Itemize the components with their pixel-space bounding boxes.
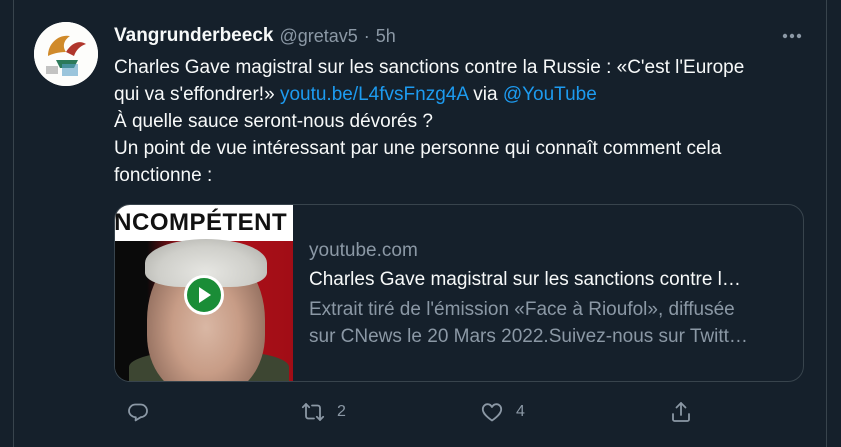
heart-icon bbox=[480, 400, 504, 424]
avatar[interactable] bbox=[34, 22, 98, 86]
tweet-url-link[interactable]: youtu.be/L4fvsFnzg4A bbox=[280, 84, 468, 105]
share-button[interactable] bbox=[669, 398, 693, 426]
link-preview-card[interactable]: INCOMPÉTENT youtube.com Charles Gave mag… bbox=[114, 204, 804, 382]
tweet-text-fragment: qui va s'effondrer!» bbox=[114, 84, 280, 105]
more-horizontal-icon bbox=[782, 33, 802, 39]
retweet-icon bbox=[301, 400, 325, 424]
card-domain: youtube.com bbox=[309, 240, 418, 261]
tweet-text-line: fonctionne : bbox=[114, 165, 213, 186]
display-name[interactable]: Vangrunderbeeck bbox=[114, 25, 273, 47]
card-description-line: Extrait tiré de l'émission «Face à Riouf… bbox=[309, 299, 735, 320]
video-thumbnail[interactable]: INCOMPÉTENT bbox=[115, 205, 293, 381]
share-icon bbox=[669, 400, 693, 424]
retweet-button[interactable]: 2 bbox=[301, 398, 346, 426]
separator: · bbox=[363, 25, 370, 46]
card-title[interactable]: Charles Gave magistral sur les sanctions… bbox=[309, 265, 777, 295]
reply-button[interactable] bbox=[126, 398, 162, 426]
tweet-text-fragment: via bbox=[467, 84, 503, 105]
timestamp[interactable]: 5h bbox=[376, 26, 396, 47]
more-options-button[interactable] bbox=[780, 24, 804, 48]
tweet-actions: 2 4 bbox=[114, 398, 714, 426]
tweet-text-line: Charles Gave magistral sur les sanctions… bbox=[114, 57, 745, 78]
card-description-line: sur CNews le 20 Mars 2022.Suivez-nous su… bbox=[309, 326, 748, 347]
user-handle[interactable]: @gretav5 bbox=[279, 26, 357, 47]
like-button[interactable]: 4 bbox=[480, 398, 525, 426]
tweet-header: Vangrunderbeeck @gretav5 · 5h bbox=[114, 24, 396, 48]
play-button[interactable] bbox=[184, 275, 224, 315]
retweet-count: 2 bbox=[337, 403, 346, 420]
mention-link[interactable]: @YouTube bbox=[503, 84, 597, 105]
tweet[interactable]: Vangrunderbeeck @gretav5 · 5h Charles Ga… bbox=[13, 0, 827, 447]
thumbnail-banner-text: INCOMPÉTENT bbox=[115, 209, 288, 236]
tweet-text-line: Un point de vue intéressant par une pers… bbox=[114, 138, 722, 159]
thumbnail-banner: INCOMPÉTENT bbox=[115, 205, 293, 241]
card-info: youtube.com Charles Gave magistral sur l… bbox=[293, 205, 789, 381]
card-description: Extrait tiré de l'émission «Face à Riouf… bbox=[309, 296, 781, 350]
tweet-text-line: À quelle sauce seront-nous dévorés ? bbox=[114, 111, 433, 132]
like-count: 4 bbox=[516, 403, 525, 420]
play-icon bbox=[196, 286, 212, 304]
tweet-text-line: qui va s'effondrer!» youtu.be/L4fvsFnzg4… bbox=[114, 81, 804, 108]
tweet-text: Charles Gave magistral sur les sanctions… bbox=[114, 54, 804, 189]
reply-icon bbox=[126, 400, 150, 424]
